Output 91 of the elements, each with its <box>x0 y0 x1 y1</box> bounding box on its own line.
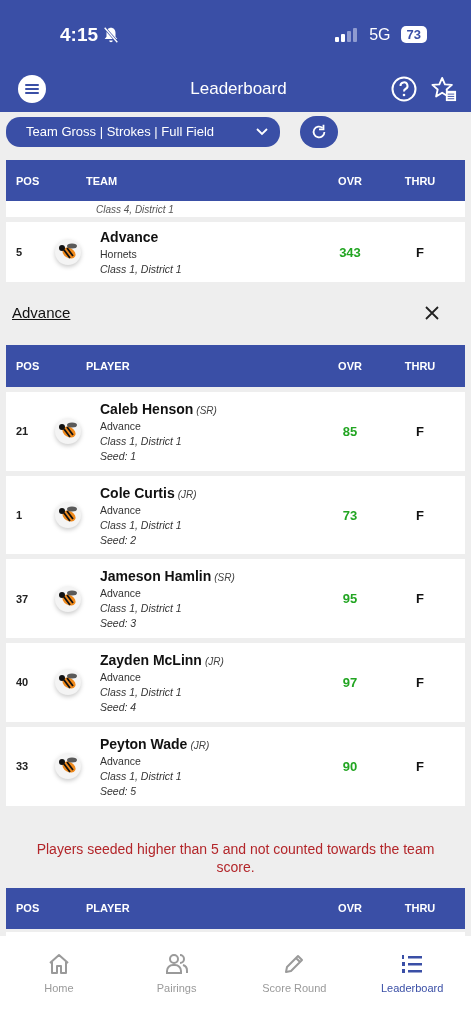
column-header: THRU <box>403 902 437 915</box>
close-icon[interactable] <box>425 305 439 320</box>
division-text: Class 1, District 1 <box>100 263 183 276</box>
division-text: Class 1, District 1 <box>100 685 183 698</box>
thru-text: F <box>415 423 425 439</box>
division-text: Class 1, District 1 <box>100 602 183 615</box>
division-text: Class 4, District 1 <box>96 203 174 215</box>
hornet-logo-icon <box>54 752 82 781</box>
position-text: 40 <box>15 676 30 689</box>
battery-indicator: 73 <box>400 26 427 44</box>
bell-slash-icon <box>102 25 121 44</box>
score-text: 85 <box>341 423 359 439</box>
position-text: 21 <box>15 425 30 438</box>
network-label: 5G <box>369 25 391 44</box>
team-link[interactable]: Advance <box>12 304 71 322</box>
team-text: Advance <box>100 503 142 516</box>
seed-text: Seed: 1 <box>100 449 138 462</box>
player-row[interactable]: 33 Peyton Wade (JR) Advance Class 1, District 1 Seed: 5 90 F <box>6 726 465 806</box>
thru-text: F <box>415 674 425 690</box>
team-text: Advance <box>100 419 142 432</box>
seed-text: Seed: 4 <box>100 700 138 713</box>
leaderboard-type-dropdown[interactable]: Team Gross | Strokes | Full Field <box>6 116 280 147</box>
seed-note: Players seeded higher than 5 and not counted towards the team score. <box>35 839 436 876</box>
status-time: 4:15 <box>60 23 99 46</box>
score-text: 90 <box>341 758 359 774</box>
thru-text: F <box>415 244 425 260</box>
player-name: Jameson Hamlin <box>100 568 212 585</box>
column-header: THRU <box>403 174 437 187</box>
division-text: Class 1, District 1 <box>100 769 183 782</box>
chevron-down-icon <box>256 127 268 136</box>
player-name: Cole Curtis <box>100 484 175 501</box>
player-row[interactable]: 40 Zayden McLinn (JR) Advance Class 1, District 1 Seed: 4 97 F <box>6 643 465 722</box>
score-text: 95 <box>341 591 359 607</box>
refresh-icon <box>310 122 328 141</box>
position-text: 5 <box>15 246 24 259</box>
division-text: Class 1, District 1 <box>100 434 183 447</box>
score-text: 73 <box>341 507 359 523</box>
hornet-logo-icon <box>54 584 82 613</box>
thru-text: F <box>415 507 425 523</box>
column-header: TEAM <box>86 174 119 187</box>
column-header: POS <box>15 360 41 373</box>
team-row[interactable]: Class 4, District 1 <box>6 201 465 218</box>
score-text: 97 <box>341 674 359 690</box>
score-text: 343 <box>338 244 362 260</box>
player-name: Peyton Wade <box>100 735 188 752</box>
grade-text: (JR) <box>177 488 197 500</box>
player-name: Caleb Henson <box>100 400 194 417</box>
column-header: OVR <box>337 902 363 915</box>
division-text: Class 1, District 1 <box>100 518 183 531</box>
team-name: Advance <box>100 229 160 246</box>
player-row[interactable]: 1 Cole Curtis (JR) Advance Class 1, District 1 Seed: 2 73 F <box>6 475 465 555</box>
team-text: Advance <box>100 587 142 600</box>
page-title: Leaderboard <box>189 78 288 99</box>
seed-text: Seed: 3 <box>100 617 138 630</box>
seed-text: Seed: 5 <box>100 784 138 797</box>
people-icon <box>164 952 189 977</box>
column-header: THRU <box>403 360 437 373</box>
thru-text: F <box>415 758 425 774</box>
tab-bar-item[interactable]: Leaderboard <box>353 948 471 999</box>
column-header: PLAYER <box>86 902 131 915</box>
hornet-logo-icon <box>54 417 82 446</box>
grade-text: (JR) <box>204 655 224 667</box>
team-text: Advance <box>100 754 142 767</box>
team-text: Advance <box>100 670 142 683</box>
column-header: PLAYER <box>86 360 131 373</box>
player-row[interactable]: 37 Jameson Hamlin (SR) Advance Class 1, District 1 Seed: 3 95 F <box>6 559 465 639</box>
player-row[interactable]: 21 Caleb Henson (SR) Advance Class 1, District 1 Seed: 1 85 F <box>6 392 465 471</box>
column-header: POS <box>15 174 41 187</box>
menu-icon <box>25 83 39 94</box>
position-text: 1 <box>15 509 24 522</box>
seed-text: Seed: 2 <box>100 533 138 546</box>
grade-text: (JR) <box>190 739 210 751</box>
mascot-text: Hornets <box>100 248 138 261</box>
star-list-icon[interactable] <box>431 75 457 102</box>
hornet-logo-icon <box>54 238 82 267</box>
help-icon[interactable] <box>391 75 417 102</box>
grade-text: (SR) <box>196 404 217 416</box>
grade-text: (SR) <box>214 572 235 584</box>
position-text: 33 <box>15 760 30 773</box>
position-text: 37 <box>15 592 30 605</box>
column-header: OVR <box>337 360 363 373</box>
menu-button[interactable] <box>18 74 46 103</box>
thru-text: F <box>415 591 425 607</box>
refresh-button[interactable] <box>300 115 338 148</box>
column-header: POS <box>15 902 41 915</box>
column-header: OVR <box>337 174 363 187</box>
team-row[interactable]: 5 Advance Hornets Class 1, District 1 343 F <box>6 222 465 283</box>
player-name: Zayden McLinn <box>100 651 202 668</box>
signal-icon <box>335 27 360 42</box>
hornet-logo-icon <box>54 501 82 530</box>
hornet-logo-icon <box>54 668 82 697</box>
